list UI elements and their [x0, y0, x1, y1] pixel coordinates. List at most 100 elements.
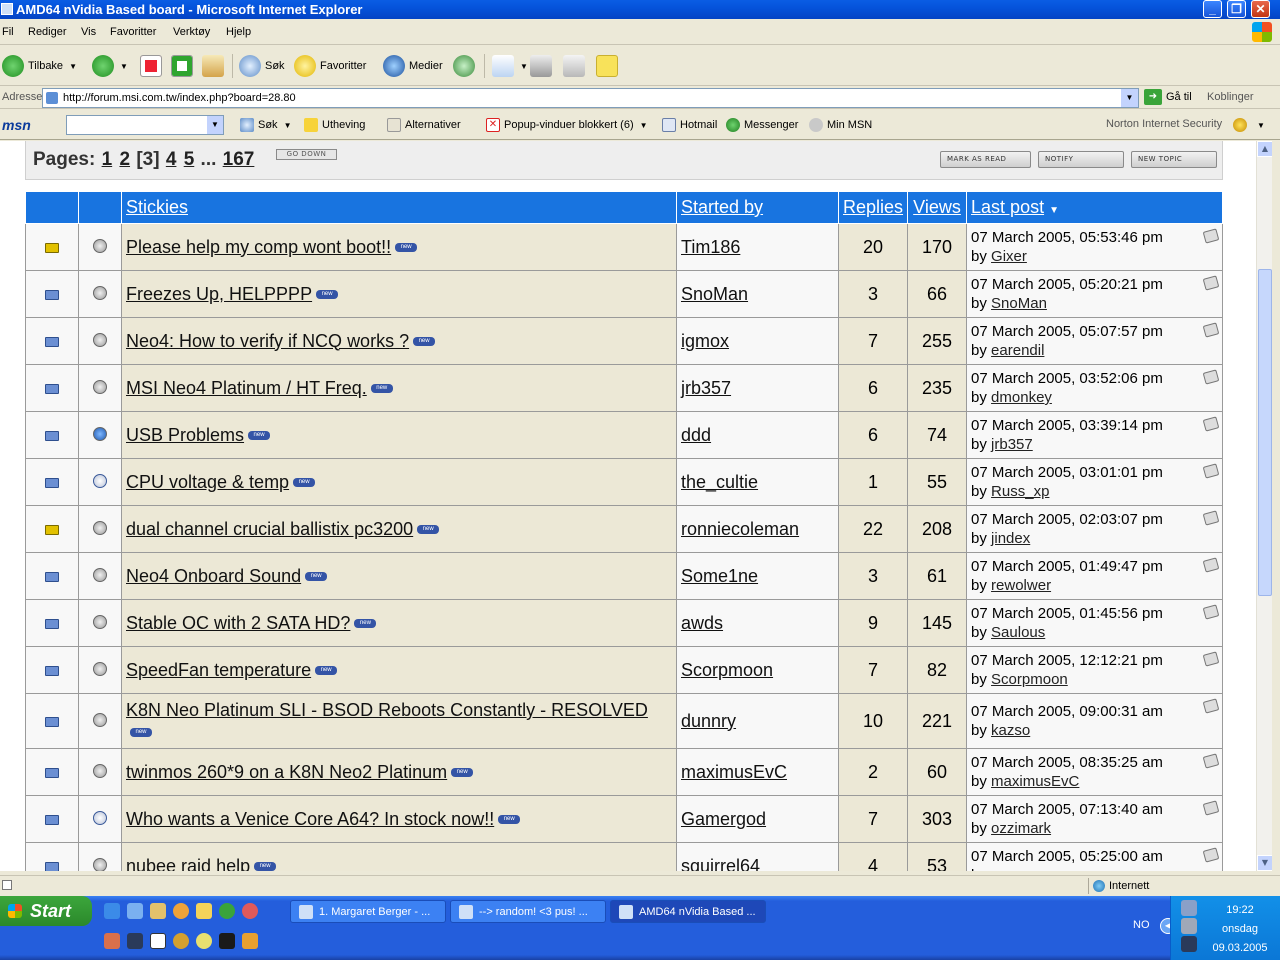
search-button[interactable]: Søk [239, 54, 285, 78]
scroll-down-icon[interactable]: ▼ [1257, 855, 1273, 871]
last-poster-link[interactable]: maximusEvC [991, 773, 1079, 790]
sort-starter-link[interactable]: Started by [681, 197, 763, 217]
language-indicator[interactable]: NO [1133, 919, 1150, 931]
task-button-3[interactable]: AMD64 nVidia Based ... [610, 900, 766, 923]
last-poster-link[interactable]: ozzimark [991, 820, 1051, 837]
app3-quicklaunch-icon[interactable] [150, 933, 166, 949]
starter-link[interactable]: Tim186 [681, 237, 740, 257]
app4-quicklaunch-icon[interactable] [173, 933, 189, 949]
winamp-quicklaunch-icon[interactable] [219, 933, 235, 949]
mark-as-read-button[interactable]: MARK AS READ [940, 151, 1031, 168]
highlight-button[interactable]: Utheving [304, 118, 365, 132]
minimize-button[interactable]: _ [1203, 0, 1222, 18]
menu-file[interactable]: Fil [2, 26, 14, 38]
media-quicklaunch-icon[interactable] [173, 903, 189, 919]
topic-link[interactable]: nubee raid help [126, 856, 250, 872]
start-button[interactable]: Start [0, 896, 92, 926]
starter-link[interactable]: dunnry [681, 711, 736, 731]
chevron-down-icon[interactable]: ▼ [1257, 121, 1265, 130]
menu-tools[interactable]: Verktøy [173, 26, 210, 38]
menu-help[interactable]: Hjelp [226, 26, 251, 38]
starter-link[interactable]: jrb357 [681, 378, 731, 398]
new-badge[interactable]: new [451, 768, 474, 778]
network-tray-icon[interactable] [1181, 900, 1197, 916]
last-poster-link[interactable]: dmonkey [991, 389, 1052, 406]
starter-link[interactable]: Gamergod [681, 809, 766, 829]
topic-link[interactable]: K8N Neo Platinum SLI - BSOD Reboots Cons… [126, 700, 648, 720]
starter-link[interactable]: Some1ne [681, 566, 758, 586]
topic-link[interactable]: Who wants a Venice Core A64? In stock no… [126, 809, 494, 829]
chevron-down-icon[interactable]: ▼ [520, 62, 528, 71]
new-badge[interactable]: new [315, 666, 338, 676]
last-poster-link[interactable]: Russ_xp [991, 483, 1049, 500]
menu-view[interactable]: Vis [81, 26, 96, 38]
starter-link[interactable]: ddd [681, 425, 711, 445]
hotmail-button[interactable]: Hotmail [662, 118, 717, 132]
close-button[interactable]: ✕ [1251, 0, 1270, 18]
page-link-4[interactable]: 4 [166, 149, 177, 170]
new-badge[interactable]: new [413, 337, 436, 347]
starter-link[interactable]: SnoMan [681, 284, 748, 304]
topic-link[interactable]: Please help my comp wont boot!! [126, 237, 391, 257]
new-badge[interactable]: new [417, 525, 440, 535]
starter-link[interactable]: igmox [681, 331, 729, 351]
topic-link[interactable]: Stable OC with 2 SATA HD? [126, 613, 350, 633]
forward-button[interactable]: ▼ [92, 54, 128, 78]
page-link-last[interactable]: 167 [223, 149, 255, 170]
chevron-down-icon[interactable]: ▼ [640, 121, 648, 130]
norton-icon[interactable]: ▼ [1233, 118, 1265, 132]
chevron-down-icon[interactable]: ▼ [1121, 89, 1138, 107]
topic-link[interactable]: Freezes Up, HELPPPP [126, 284, 312, 304]
last-poster-link[interactable]: rewolwer [991, 577, 1051, 594]
msn-search-input[interactable]: ▼ [66, 115, 224, 135]
new-badge[interactable]: new [370, 384, 393, 394]
my-msn-button[interactable]: Min MSN [809, 118, 872, 132]
sort-views-link[interactable]: Views [913, 197, 961, 217]
new-badge[interactable]: new [130, 727, 152, 737]
app6-quicklaunch-icon[interactable] [242, 933, 258, 949]
browser-quicklaunch-icon[interactable] [127, 903, 143, 919]
new-badge[interactable]: new [354, 619, 377, 629]
new-badge[interactable]: new [316, 290, 339, 300]
page-link-5[interactable]: 5 [184, 149, 195, 170]
task-button-1[interactable]: 1. Margaret Berger - ... [290, 900, 446, 923]
last-poster-link[interactable]: Gixer [991, 248, 1027, 265]
messenger-quicklaunch-icon[interactable] [219, 903, 235, 919]
new-badge[interactable]: new [498, 815, 521, 825]
last-poster-link[interactable]: jindex [991, 530, 1030, 547]
go-down-button[interactable]: GO DOWN [276, 149, 337, 160]
steam-tray-icon[interactable] [1181, 936, 1197, 952]
favorites-button[interactable]: Favoritter [294, 54, 366, 78]
chevron-down-icon[interactable]: ▼ [69, 62, 77, 71]
vertical-scrollbar[interactable]: ▲ ▼ [1256, 141, 1273, 871]
last-poster-link[interactable]: kazso [991, 722, 1030, 739]
ie-quicklaunch-icon[interactable] [104, 903, 120, 919]
maximize-button[interactable]: ❐ [1227, 0, 1246, 18]
topic-link[interactable]: CPU voltage & temp [126, 472, 289, 492]
starter-link[interactable]: the_cultie [681, 472, 758, 492]
starter-link[interactable]: maximusEvC [681, 762, 787, 782]
starter-link[interactable]: awds [681, 613, 723, 633]
notify-button[interactable]: NOTIFY [1038, 151, 1124, 168]
home-button[interactable] [202, 54, 224, 78]
new-badge[interactable]: new [293, 478, 316, 488]
messenger-button[interactable]: Messenger [726, 118, 798, 132]
address-input[interactable]: http://forum.msi.com.tw/index.php?board=… [42, 88, 1139, 108]
last-poster-link[interactable]: earendil [991, 342, 1044, 359]
address-url[interactable]: http://forum.msi.com.tw/index.php?board=… [63, 92, 296, 104]
app5-quicklaunch-icon[interactable] [196, 933, 212, 949]
app-quicklaunch-icon[interactable] [150, 903, 166, 919]
page-link-1[interactable]: 1 [102, 149, 113, 170]
scroll-up-icon[interactable]: ▲ [1257, 141, 1273, 157]
links-label[interactable]: Koblinger [1207, 91, 1253, 103]
starter-link[interactable]: squirrel64 [681, 856, 760, 872]
topic-link[interactable]: twinmos 260*9 on a K8N Neo2 Platinum [126, 762, 447, 782]
game-quicklaunch-icon[interactable] [242, 903, 258, 919]
chevron-down-icon[interactable]: ▼ [120, 62, 128, 71]
last-poster-link[interactable]: jrb357 [991, 436, 1033, 453]
topic-link[interactable]: Neo4: How to verify if NCQ works ? [126, 331, 409, 351]
menu-edit[interactable]: Rediger [28, 26, 67, 38]
topic-link[interactable]: Neo4 Onboard Sound [126, 566, 301, 586]
topic-link[interactable]: dual channel crucial ballistix pc3200 [126, 519, 413, 539]
last-poster-link[interactable]: Saulous [991, 624, 1045, 641]
